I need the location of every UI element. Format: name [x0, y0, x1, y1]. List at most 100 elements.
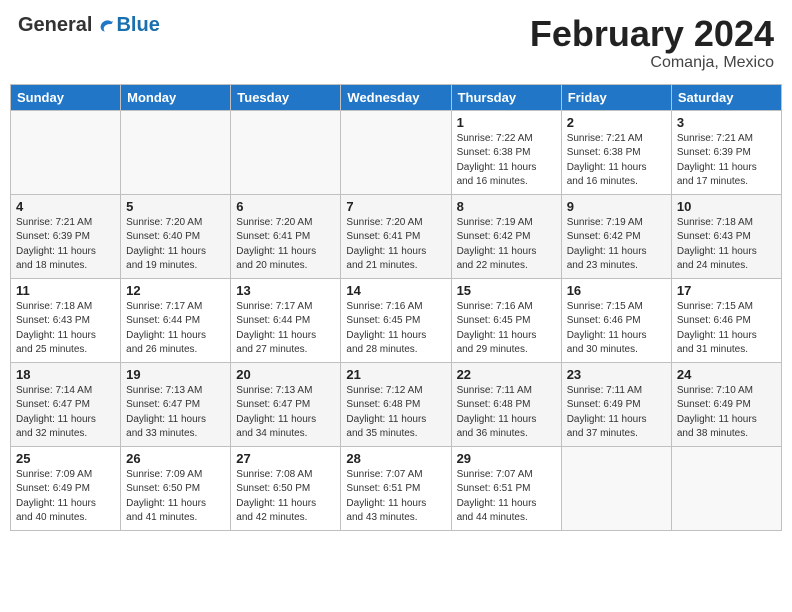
day-number: 6	[236, 199, 335, 214]
day-info: Sunrise: 7:21 AM Sunset: 6:38 PM Dayligh…	[567, 132, 666, 190]
calendar-cell: 9 Sunrise: 7:19 AM Sunset: 6:42 PM Daylig…	[561, 194, 671, 278]
day-info: Sunrise: 7:21 AM Sunset: 6:39 PM Dayligh…	[677, 132, 776, 190]
day-number: 25	[16, 451, 115, 466]
calendar-cell: 22 Sunrise: 7:11 AM Sunset: 6:48 PM Dayli…	[451, 362, 561, 446]
day-info: Sunrise: 7:11 AM Sunset: 6:48 PM Dayligh…	[457, 384, 556, 442]
calendar-body: 1Sunrise: 7:22 AM Sunset: 6:38 PM Daylig…	[11, 110, 782, 530]
day-number: 21	[346, 367, 445, 382]
day-number: 18	[16, 367, 115, 382]
day-info: Sunrise: 7:22 AM Sunset: 6:38 PM Dayligh…	[457, 132, 556, 190]
weekday-header-friday: Friday	[561, 84, 671, 110]
day-number: 15	[457, 283, 556, 298]
day-info: Sunrise: 7:19 AM Sunset: 6:42 PM Dayligh…	[457, 216, 556, 274]
day-number: 28	[346, 451, 445, 466]
calendar-cell: 26 Sunrise: 7:09 AM Sunset: 6:50 PM Dayli…	[121, 446, 231, 530]
day-info: Sunrise: 7:13 AM Sunset: 6:47 PM Dayligh…	[126, 384, 225, 442]
day-info: Sunrise: 7:16 AM Sunset: 6:45 PM Dayligh…	[457, 300, 556, 358]
calendar-cell: 23 Sunrise: 7:11 AM Sunset: 6:49 PM Dayli…	[561, 362, 671, 446]
day-number: 8	[457, 199, 556, 214]
calendar-cell: 5Sunrise: 7:20 AM Sunset: 6:40 PM Daylig…	[121, 194, 231, 278]
calendar-cell: 3Sunrise: 7:21 AM Sunset: 6:39 PM Daylig…	[671, 110, 781, 194]
calendar-week-row: 11Sunrise: 7:18 AM Sunset: 6:43 PM Dayli…	[11, 278, 782, 362]
day-number: 16	[567, 283, 666, 298]
day-info: Sunrise: 7:18 AM Sunset: 6:43 PM Dayligh…	[16, 300, 115, 358]
calendar-cell: 18 Sunrise: 7:14 AM Sunset: 6:47 PM Dayli…	[11, 362, 121, 446]
calendar-cell: 27 Sunrise: 7:08 AM Sunset: 6:50 PM Dayli…	[231, 446, 341, 530]
page-header: General Blue February 2024 Comanja, Mexi…	[10, 10, 782, 76]
day-number: 24	[677, 367, 776, 382]
weekday-header-saturday: Saturday	[671, 84, 781, 110]
calendar-cell: 17 Sunrise: 7:15 AM Sunset: 6:46 PM Dayli…	[671, 278, 781, 362]
calendar-week-row: 4 Sunrise: 7:21 AM Sunset: 6:39 PM Daylig…	[11, 194, 782, 278]
calendar-cell: 8 Sunrise: 7:19 AM Sunset: 6:42 PM Daylig…	[451, 194, 561, 278]
calendar-cell: 24 Sunrise: 7:10 AM Sunset: 6:49 PM Dayli…	[671, 362, 781, 446]
day-number: 10	[677, 199, 776, 214]
day-info: Sunrise: 7:17 AM Sunset: 6:44 PM Dayligh…	[236, 300, 335, 358]
day-number: 27	[236, 451, 335, 466]
calendar-cell: 13 Sunrise: 7:17 AM Sunset: 6:44 PM Dayli…	[231, 278, 341, 362]
day-info: Sunrise: 7:08 AM Sunset: 6:50 PM Dayligh…	[236, 468, 335, 526]
day-info: Sunrise: 7:18 AM Sunset: 6:43 PM Dayligh…	[677, 216, 776, 274]
calendar-cell: 29 Sunrise: 7:07 AM Sunset: 6:51 PM Dayli…	[451, 446, 561, 530]
day-number: 9	[567, 199, 666, 214]
day-number: 23	[567, 367, 666, 382]
calendar-cell	[231, 110, 341, 194]
logo-bird-icon	[94, 15, 116, 37]
calendar-cell: 6 Sunrise: 7:20 AM Sunset: 6:41 PM Daylig…	[231, 194, 341, 278]
calendar-cell: 20 Sunrise: 7:13 AM Sunset: 6:47 PM Dayli…	[231, 362, 341, 446]
weekday-header-sunday: Sunday	[11, 84, 121, 110]
day-info: Sunrise: 7:10 AM Sunset: 6:49 PM Dayligh…	[677, 384, 776, 442]
weekday-header-monday: Monday	[121, 84, 231, 110]
day-info: Sunrise: 7:09 AM Sunset: 6:49 PM Dayligh…	[16, 468, 115, 526]
calendar-week-row: 18 Sunrise: 7:14 AM Sunset: 6:47 PM Dayli…	[11, 362, 782, 446]
day-info: Sunrise: 7:14 AM Sunset: 6:47 PM Dayligh…	[16, 384, 115, 442]
day-number: 20	[236, 367, 335, 382]
calendar-cell	[561, 446, 671, 530]
calendar-cell: 7 Sunrise: 7:20 AM Sunset: 6:41 PM Daylig…	[341, 194, 451, 278]
month-year-title: February 2024	[530, 14, 774, 54]
calendar-cell: 12Sunrise: 7:17 AM Sunset: 6:44 PM Dayli…	[121, 278, 231, 362]
day-info: Sunrise: 7:11 AM Sunset: 6:49 PM Dayligh…	[567, 384, 666, 442]
day-info: Sunrise: 7:07 AM Sunset: 6:51 PM Dayligh…	[346, 468, 445, 526]
logo-general: General	[18, 14, 92, 37]
day-info: Sunrise: 7:20 AM Sunset: 6:41 PM Dayligh…	[236, 216, 335, 274]
day-info: Sunrise: 7:20 AM Sunset: 6:41 PM Dayligh…	[346, 216, 445, 274]
calendar-cell: 25 Sunrise: 7:09 AM Sunset: 6:49 PM Dayli…	[11, 446, 121, 530]
title-section: February 2024 Comanja, Mexico	[530, 14, 774, 72]
day-info: Sunrise: 7:16 AM Sunset: 6:45 PM Dayligh…	[346, 300, 445, 358]
day-number: 7	[346, 199, 445, 214]
day-info: Sunrise: 7:13 AM Sunset: 6:47 PM Dayligh…	[236, 384, 335, 442]
day-info: Sunrise: 7:21 AM Sunset: 6:39 PM Dayligh…	[16, 216, 115, 274]
calendar-cell	[11, 110, 121, 194]
calendar-cell: 16Sunrise: 7:15 AM Sunset: 6:46 PM Dayli…	[561, 278, 671, 362]
day-number: 5	[126, 199, 225, 214]
calendar-week-row: 25 Sunrise: 7:09 AM Sunset: 6:49 PM Dayli…	[11, 446, 782, 530]
calendar-cell: 19 Sunrise: 7:13 AM Sunset: 6:47 PM Dayli…	[121, 362, 231, 446]
day-number: 26	[126, 451, 225, 466]
day-info: Sunrise: 7:19 AM Sunset: 6:42 PM Dayligh…	[567, 216, 666, 274]
day-number: 14	[346, 283, 445, 298]
day-number: 17	[677, 283, 776, 298]
calendar-cell: 11Sunrise: 7:18 AM Sunset: 6:43 PM Dayli…	[11, 278, 121, 362]
day-info: Sunrise: 7:17 AM Sunset: 6:44 PM Dayligh…	[126, 300, 225, 358]
weekday-header-thursday: Thursday	[451, 84, 561, 110]
day-number: 13	[236, 283, 335, 298]
day-info: Sunrise: 7:09 AM Sunset: 6:50 PM Dayligh…	[126, 468, 225, 526]
logo: General Blue	[18, 14, 160, 37]
location-subtitle: Comanja, Mexico	[530, 54, 774, 72]
day-number: 19	[126, 367, 225, 382]
calendar-cell: 14 Sunrise: 7:16 AM Sunset: 6:45 PM Dayli…	[341, 278, 451, 362]
calendar-cell: 28 Sunrise: 7:07 AM Sunset: 6:51 PM Dayli…	[341, 446, 451, 530]
day-info: Sunrise: 7:12 AM Sunset: 6:48 PM Dayligh…	[346, 384, 445, 442]
day-number: 22	[457, 367, 556, 382]
day-info: Sunrise: 7:15 AM Sunset: 6:46 PM Dayligh…	[677, 300, 776, 358]
calendar-cell: 4 Sunrise: 7:21 AM Sunset: 6:39 PM Daylig…	[11, 194, 121, 278]
calendar-week-row: 1Sunrise: 7:22 AM Sunset: 6:38 PM Daylig…	[11, 110, 782, 194]
day-number: 4	[16, 199, 115, 214]
day-info: Sunrise: 7:07 AM Sunset: 6:51 PM Dayligh…	[457, 468, 556, 526]
day-number: 29	[457, 451, 556, 466]
day-number: 2	[567, 115, 666, 130]
calendar-cell: 15 Sunrise: 7:16 AM Sunset: 6:45 PM Dayli…	[451, 278, 561, 362]
calendar-cell	[671, 446, 781, 530]
weekday-header-tuesday: Tuesday	[231, 84, 341, 110]
